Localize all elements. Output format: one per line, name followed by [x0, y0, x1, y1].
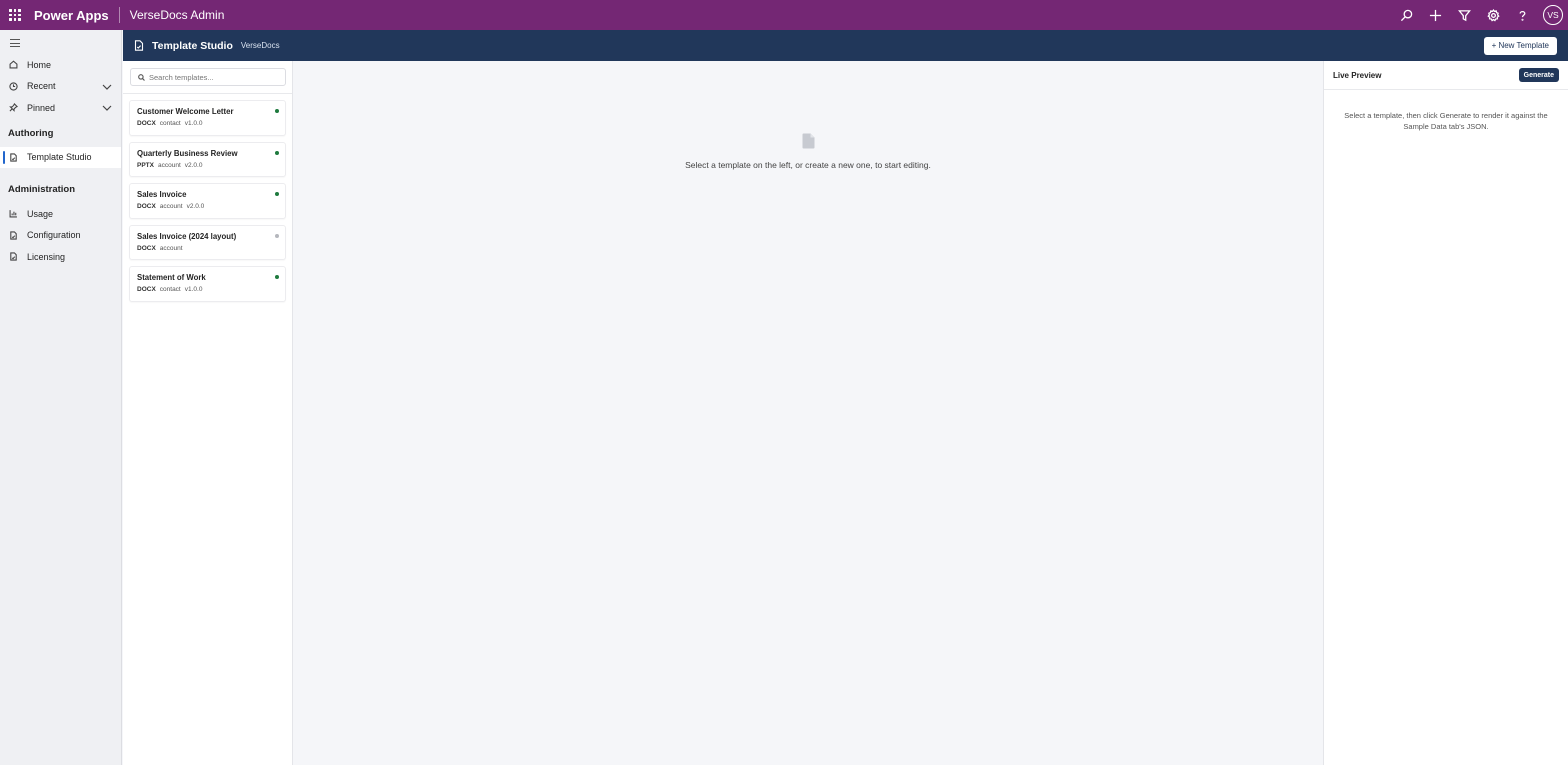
template-version: v2.0.0 [184, 161, 203, 169]
add-icon[interactable] [1421, 0, 1450, 30]
template-card[interactable]: Sales Invoice (2024 layout) DOCX account [129, 224, 286, 260]
document-icon [802, 133, 815, 149]
template-card[interactable]: Sales Invoice DOCX account v2.0.0 [129, 183, 286, 219]
editor-area: Select a template on the left, or create… [294, 61, 1322, 765]
template-format: DOCX [137, 286, 156, 293]
template-entity: account [159, 244, 183, 252]
avatar[interactable]: VS [1543, 5, 1563, 25]
search-input[interactable] [149, 72, 279, 82]
template-card[interactable]: Statement of Work DOCX contact v1.0.0 [129, 266, 286, 302]
header-divider [118, 7, 120, 23]
search-box[interactable] [130, 68, 286, 86]
search-icon[interactable] [1392, 0, 1421, 30]
list-divider [123, 93, 292, 94]
settings-icon[interactable] [1479, 0, 1508, 30]
nav-item-label: Usage [27, 208, 54, 219]
nav-item-label: Pinned [27, 102, 56, 113]
filter-icon[interactable] [1450, 0, 1479, 30]
status-dot [275, 233, 279, 238]
template-format: DOCX [137, 203, 156, 210]
clock-icon [9, 82, 18, 91]
chart-icon [9, 210, 17, 218]
template-name: Sales Invoice (2024 layout) [137, 231, 237, 241]
template-card[interactable]: Customer Welcome Letter DOCX contact v1.… [129, 100, 286, 136]
nav-item-label: Recent [27, 81, 56, 92]
empty-state-message: Select a template on the left, or create… [685, 160, 931, 170]
template-format: DOCX [137, 244, 156, 252]
preview-title: Live Preview [1333, 70, 1382, 80]
pin-icon [9, 103, 18, 113]
nav-item-label: Home [27, 59, 52, 70]
document-icon [10, 153, 17, 162]
page-title: Template Studio [152, 39, 233, 52]
home-icon [9, 60, 18, 69]
page-header: Template Studio VerseDocs + New Template [123, 30, 1568, 61]
document-icon [134, 40, 144, 51]
template-entity: contact [159, 120, 181, 127]
template-entity: contact [159, 286, 181, 293]
nav-item-usage[interactable]: Usage [0, 203, 121, 225]
new-template-button[interactable]: + New Template [1483, 36, 1557, 55]
status-dot [275, 192, 279, 196]
nav-item-configuration[interactable]: Configuration [0, 225, 121, 247]
template-card[interactable]: Quarterly Business Review PPTX account v… [129, 141, 286, 177]
help-icon[interactable] [1508, 0, 1537, 30]
template-version: v1.0.0 [184, 286, 203, 293]
template-name: Statement of Work [137, 273, 206, 282]
document-icon [10, 252, 17, 261]
search-icon [138, 73, 145, 81]
nav-item-label: Configuration [27, 230, 81, 241]
template-list-pane: Customer Welcome Letter DOCX contact v1.… [123, 61, 293, 765]
app-launcher-icon[interactable] [0, 0, 30, 30]
template-entity: account [157, 161, 181, 169]
nav-item-pinned[interactable]: Pinned [0, 97, 121, 119]
nav-item-template-studio[interactable]: Template Studio [0, 146, 121, 168]
nav-item-home[interactable]: Home [0, 54, 121, 76]
document-icon [10, 231, 17, 240]
live-preview-pane: Live Preview Generate Select a template,… [1323, 61, 1568, 765]
page-subtitle: VerseDocs [240, 41, 280, 50]
nav-group-authoring: Authoring [8, 127, 54, 139]
app-header: Power Apps VerseDocs Admin VS [0, 0, 1568, 30]
template-format: DOCX [137, 120, 156, 127]
left-navigation: Home Recent Pinned Authoring Template St… [0, 30, 122, 765]
template-name: Quarterly Business Review [137, 148, 238, 158]
template-version: v1.0.0 [184, 120, 203, 127]
status-dot [275, 109, 279, 113]
template-format: PPTX [137, 161, 154, 169]
status-dot [275, 150, 279, 155]
preview-hint: Select a template, then click Generate t… [1344, 111, 1548, 131]
template-version: v2.0.0 [186, 203, 205, 210]
nav-item-label: Licensing [27, 251, 66, 262]
hamburger-menu-icon[interactable] [0, 31, 30, 55]
template-name: Sales Invoice [137, 190, 187, 199]
nav-item-licensing[interactable]: Licensing [0, 246, 121, 268]
template-entity: account [159, 203, 183, 210]
environment-name[interactable]: VerseDocs Admin [130, 8, 225, 22]
nav-item-label: Template Studio [27, 152, 92, 163]
nav-item-recent[interactable]: Recent [0, 76, 121, 98]
nav-group-administration: Administration [8, 184, 76, 195]
generate-button[interactable]: Generate [1518, 68, 1559, 82]
template-name: Customer Welcome Letter [137, 107, 234, 116]
chevron-down-icon[interactable] [102, 104, 112, 112]
status-dot [275, 275, 279, 279]
app-name[interactable]: Power Apps [34, 8, 109, 23]
chevron-down-icon[interactable] [102, 83, 112, 91]
